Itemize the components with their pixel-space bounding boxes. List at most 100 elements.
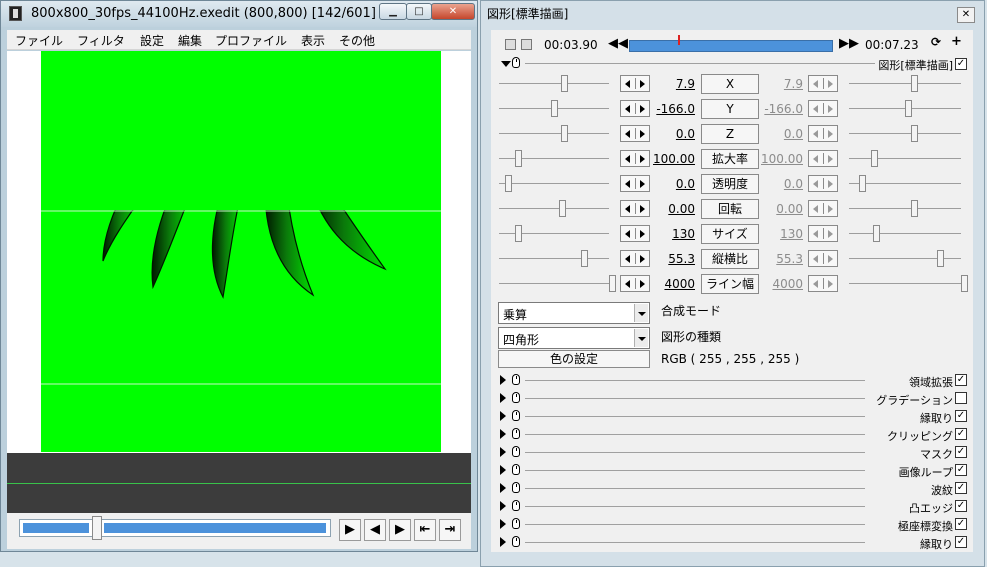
- stepper-buttons[interactable]: [620, 75, 650, 92]
- maximize-button[interactable]: □: [406, 3, 432, 20]
- seek-thumb[interactable]: [92, 516, 102, 540]
- app-icon: [9, 6, 22, 21]
- expand-icon[interactable]: [500, 447, 506, 457]
- minimize-button[interactable]: ▁: [379, 3, 407, 20]
- param-name-button[interactable]: サイズ: [701, 224, 759, 244]
- filter-checkbox[interactable]: ✓: [955, 536, 967, 548]
- play-icon[interactable]: ▶: [339, 519, 361, 541]
- menu-view[interactable]: 表示: [301, 32, 325, 49]
- param-value-start[interactable]: 0.0: [651, 127, 695, 141]
- slider-thumb[interactable]: [609, 275, 616, 292]
- slider-thumb[interactable]: [559, 200, 566, 217]
- filter-checkbox[interactable]: ✓: [955, 410, 967, 422]
- expand-icon[interactable]: [500, 483, 506, 493]
- window-title: 800x800_30fps_44100Hz.exedit (800,800) […: [31, 6, 393, 21]
- param-name-button[interactable]: 縦横比: [701, 249, 759, 269]
- prev-frame-icon[interactable]: ◀: [364, 519, 386, 541]
- param-value-start[interactable]: 4000: [651, 277, 695, 291]
- param-value-start[interactable]: 0.0: [651, 177, 695, 191]
- expand-icon[interactable]: [500, 519, 506, 529]
- slider-thumb[interactable]: [871, 150, 878, 167]
- first-frame-icon[interactable]: ⇤: [414, 519, 436, 541]
- stepper-buttons[interactable]: [620, 150, 650, 167]
- filter-checkbox[interactable]: ✓: [955, 464, 967, 476]
- slider-thumb[interactable]: [859, 175, 866, 192]
- param-value-start[interactable]: 7.9: [651, 77, 695, 91]
- dialog-close-button[interactable]: ✕: [957, 7, 975, 23]
- stepper-buttons[interactable]: [620, 250, 650, 267]
- filter-checkbox[interactable]: ✓: [955, 482, 967, 494]
- slider-thumb[interactable]: [911, 200, 918, 217]
- next-frame-icon[interactable]: ▶: [389, 519, 411, 541]
- seek-bar[interactable]: [19, 516, 331, 540]
- param-name-button[interactable]: X: [701, 74, 759, 94]
- menu-profile[interactable]: プロファイル: [215, 32, 287, 49]
- param-value-start[interactable]: 130: [651, 227, 695, 241]
- slider-thumb[interactable]: [911, 75, 918, 92]
- blend-mode-select[interactable]: 乗算: [498, 302, 650, 324]
- slider-thumb[interactable]: [911, 125, 918, 142]
- param-name-button[interactable]: Y: [701, 99, 759, 119]
- param-value-start[interactable]: 0.00: [651, 202, 695, 216]
- slider-thumb[interactable]: [561, 125, 568, 142]
- param-name-button[interactable]: Z: [701, 124, 759, 144]
- param-name-button[interactable]: 透明度: [701, 174, 759, 194]
- rewind-icon[interactable]: ◀◀: [608, 36, 628, 51]
- stepper-buttons[interactable]: [620, 100, 650, 117]
- expand-icon[interactable]: [500, 465, 506, 475]
- fast-forward-icon[interactable]: ▶▶: [839, 36, 859, 51]
- shape-type-select[interactable]: 四角形: [498, 327, 650, 349]
- param-value-start[interactable]: -166.0: [651, 102, 695, 116]
- collapse-icon[interactable]: [501, 61, 511, 67]
- expand-icon[interactable]: [500, 537, 506, 547]
- menu-file[interactable]: ファイル: [15, 32, 63, 49]
- filter-checkbox[interactable]: ✓: [955, 428, 967, 440]
- slider-thumb[interactable]: [561, 75, 568, 92]
- stepper-buttons[interactable]: [620, 225, 650, 242]
- object-checkbox[interactable]: ✓: [955, 58, 967, 70]
- param-name-button[interactable]: 回転: [701, 199, 759, 219]
- expand-icon[interactable]: [500, 393, 506, 403]
- stepper-buttons[interactable]: [620, 275, 650, 292]
- param-value-end: 0.0: [783, 127, 803, 141]
- filter-checkbox[interactable]: ✓: [955, 446, 967, 458]
- keyframe-icon[interactable]: [521, 39, 532, 50]
- expand-icon[interactable]: [500, 501, 506, 511]
- filter-checkbox[interactable]: ✓: [955, 374, 967, 386]
- close-button[interactable]: ✕: [431, 3, 475, 20]
- stepper-buttons[interactable]: [620, 125, 650, 142]
- last-frame-icon[interactable]: ⇥: [439, 519, 461, 541]
- param-value-start[interactable]: 100.00: [651, 152, 695, 166]
- filter-checkbox[interactable]: ✓: [955, 518, 967, 530]
- slider-thumb[interactable]: [905, 100, 912, 117]
- preview-canvas[interactable]: [41, 51, 441, 452]
- filter-checkbox[interactable]: [955, 392, 967, 404]
- color-settings-button[interactable]: 色の設定: [498, 350, 650, 368]
- refresh-icon[interactable]: ⟳: [931, 35, 941, 49]
- filter-checkbox[interactable]: ✓: [955, 500, 967, 512]
- param-name-button[interactable]: ライン幅: [701, 274, 759, 294]
- menu-filter[interactable]: フィルタ: [77, 32, 125, 49]
- slider-thumb[interactable]: [515, 225, 522, 242]
- slider-thumb[interactable]: [551, 100, 558, 117]
- slider-thumb[interactable]: [937, 250, 944, 267]
- slider-thumb[interactable]: [505, 175, 512, 192]
- add-icon[interactable]: +: [951, 34, 962, 49]
- param-value-start[interactable]: 55.3: [651, 252, 695, 266]
- slider-thumb[interactable]: [961, 275, 968, 292]
- stepper-buttons[interactable]: [620, 200, 650, 217]
- param-name-button[interactable]: 拡大率: [701, 149, 759, 169]
- expand-icon[interactable]: [500, 429, 506, 439]
- section-track[interactable]: [629, 35, 833, 52]
- slider-thumb[interactable]: [873, 225, 880, 242]
- menu-settings[interactable]: 設定: [140, 32, 164, 49]
- slider-thumb[interactable]: [581, 250, 588, 267]
- menu-other[interactable]: その他: [339, 32, 375, 49]
- keyframe-icon[interactable]: [505, 39, 516, 50]
- stepper-buttons: [808, 225, 838, 242]
- menu-edit[interactable]: 編集: [178, 32, 202, 49]
- expand-icon[interactable]: [500, 411, 506, 421]
- expand-icon[interactable]: [500, 375, 506, 385]
- stepper-buttons[interactable]: [620, 175, 650, 192]
- slider-thumb[interactable]: [515, 150, 522, 167]
